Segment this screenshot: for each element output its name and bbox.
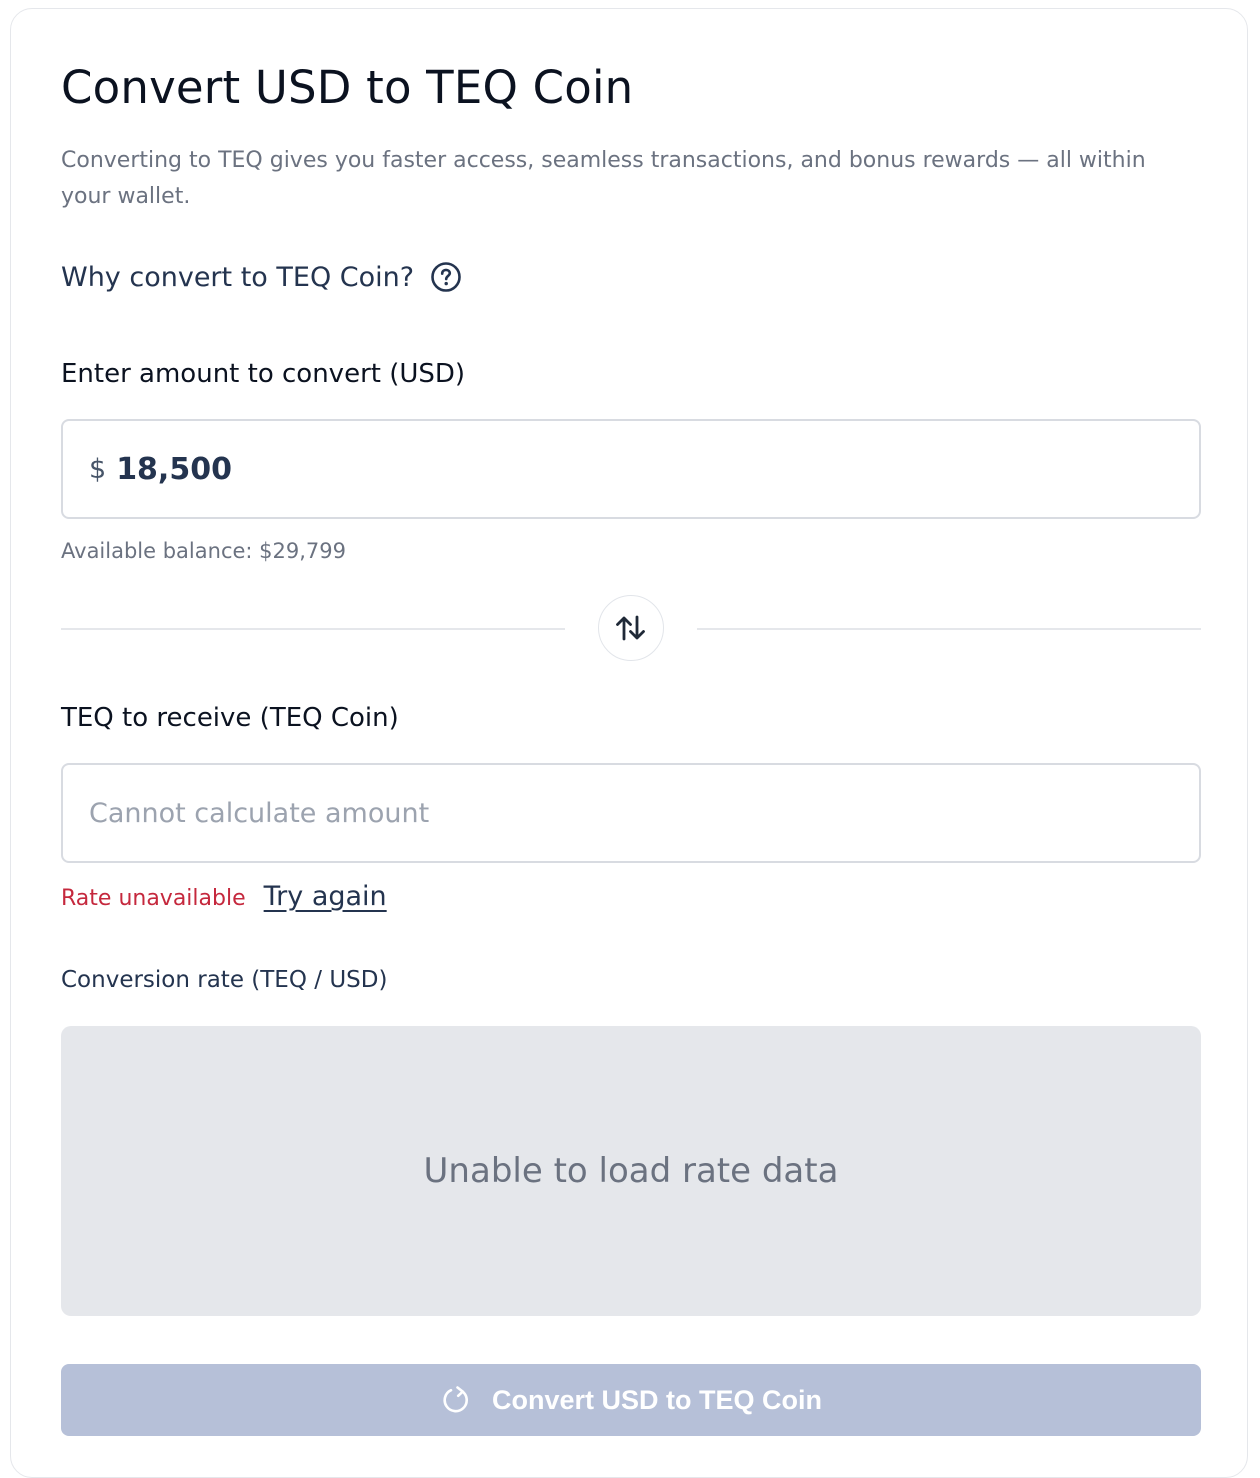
usd-amount-field[interactable]: $ xyxy=(61,419,1201,519)
convert-card: Convert USD to TEQ Coin Converting to TE… xyxy=(10,8,1248,1478)
why-convert-label: Why convert to TEQ Coin? xyxy=(61,261,415,293)
divider-right xyxy=(697,628,1201,630)
rate-empty-message: Unable to load rate data xyxy=(423,1151,839,1191)
try-again-link[interactable]: Try again xyxy=(264,881,387,912)
currency-symbol: $ xyxy=(89,453,107,485)
page-subtitle: Converting to TEQ gives you faster acces… xyxy=(61,148,1146,209)
usd-field-label: Enter amount to convert (USD) xyxy=(61,359,466,389)
rate-chart-placeholder: Unable to load rate data xyxy=(61,1026,1201,1316)
rate-error-text: Rate unavailable xyxy=(61,886,246,911)
help-circle-icon[interactable] xyxy=(430,261,462,293)
teq-amount-input[interactable] xyxy=(89,797,1089,829)
why-convert-link[interactable]: Why convert to TEQ Coin? xyxy=(61,261,462,293)
swap-button[interactable] xyxy=(598,595,664,661)
rate-error-row: Rate unavailable Try again xyxy=(61,881,387,912)
swap-vertical-icon xyxy=(614,613,648,643)
refresh-icon xyxy=(440,1383,474,1417)
teq-amount-field[interactable] xyxy=(61,763,1201,863)
usd-amount-input[interactable] xyxy=(116,451,1017,487)
convert-button-label: Convert USD to TEQ Coin xyxy=(492,1384,822,1415)
teq-field-label: TEQ to receive (TEQ Coin) xyxy=(61,703,399,733)
available-balance: Available balance: $29,799 xyxy=(61,539,346,563)
divider-left xyxy=(61,628,565,630)
conversion-rate-label: Conversion rate (TEQ / USD) xyxy=(61,967,388,993)
page-title: Convert USD to TEQ Coin xyxy=(61,61,634,114)
convert-button[interactable]: Convert USD to TEQ Coin xyxy=(61,1364,1201,1436)
